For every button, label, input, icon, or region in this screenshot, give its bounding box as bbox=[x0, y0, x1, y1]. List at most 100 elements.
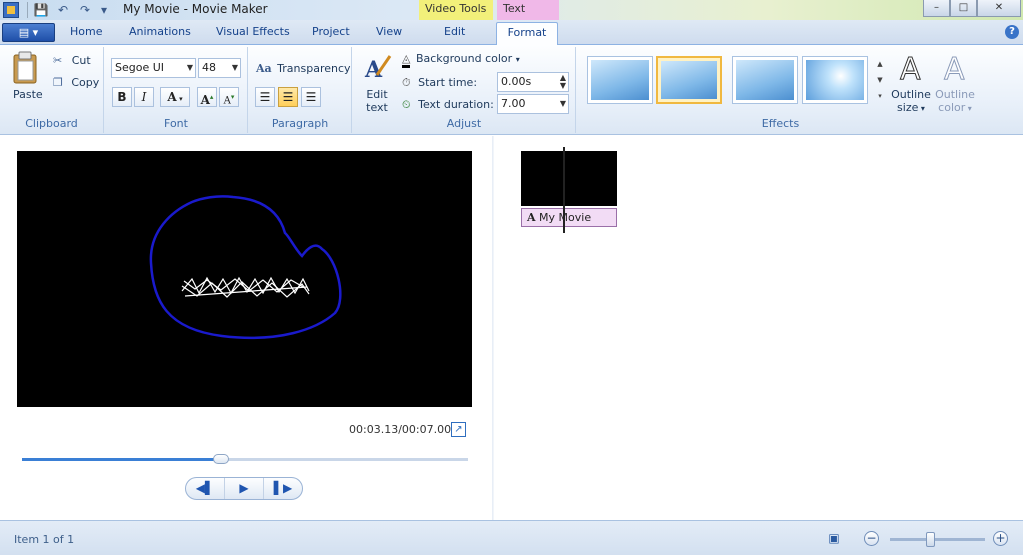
transparency-label: Transparency bbox=[277, 62, 351, 75]
tab-animations[interactable]: Animations bbox=[129, 25, 191, 38]
arrow-up-icon: ▴ bbox=[209, 92, 214, 101]
outline-size-button[interactable]: A bbox=[899, 51, 925, 88]
clipboard-group: Paste ✂ Cut ❐ Copy Clipboard bbox=[0, 47, 104, 133]
cut-button[interactable]: ✂ Cut bbox=[53, 54, 91, 67]
align-left-button[interactable]: ☰ bbox=[255, 87, 275, 107]
scissors-icon: ✂ bbox=[53, 54, 63, 67]
ribbon-panel: Paste ✂ Cut ❐ Copy Clipboard Segoe UI ▼ … bbox=[0, 45, 1023, 135]
zoom-in-button[interactable]: + bbox=[993, 531, 1008, 546]
blue-outline-scribble bbox=[149, 195, 342, 340]
tab-edit[interactable]: Edit bbox=[444, 25, 465, 38]
effect-preview-image bbox=[661, 61, 717, 99]
paste-label[interactable]: Paste bbox=[13, 88, 43, 101]
play-button[interactable]: ▶ bbox=[225, 478, 264, 499]
start-time-value: 0.00s bbox=[501, 75, 532, 88]
minimize-button[interactable]: – bbox=[923, 0, 950, 17]
start-time-label-row: ⏱ Start time: bbox=[402, 76, 477, 90]
pane-splitter[interactable] bbox=[492, 136, 494, 520]
storyboard-caption-item[interactable]: A My Movie bbox=[521, 208, 617, 227]
chevron-down-icon: ▼ bbox=[186, 63, 193, 72]
zoom-slider-thumb[interactable] bbox=[925, 532, 935, 547]
window-controls: – □ ✕ bbox=[923, 0, 1021, 17]
grow-font-button[interactable]: A▴ bbox=[197, 87, 217, 107]
chevron-down-icon: ▾ bbox=[176, 94, 183, 103]
copy-button[interactable]: ❐ Copy bbox=[53, 76, 99, 89]
video-preview[interactable] bbox=[17, 151, 472, 407]
font-size-select[interactable]: 48 ▼ bbox=[198, 58, 241, 78]
chevron-down-icon: ▾ bbox=[965, 104, 972, 113]
tab-view[interactable]: View bbox=[376, 25, 402, 38]
font-group-label: Font bbox=[164, 117, 188, 130]
previous-frame-button[interactable]: ◀▌ bbox=[186, 478, 225, 499]
svg-text:A: A bbox=[900, 52, 921, 83]
zoom-out-button[interactable]: − bbox=[864, 531, 879, 546]
paint-bucket-icon: ◬ bbox=[402, 52, 411, 68]
duration-clock-icon: ⏲ bbox=[402, 98, 411, 111]
chevron-down-icon: ▾ bbox=[515, 55, 520, 64]
effect-thumbnail[interactable] bbox=[656, 56, 722, 104]
next-frame-button[interactable]: ▌▶ bbox=[264, 478, 302, 499]
tab-format[interactable]: Format bbox=[496, 22, 558, 46]
thumbnail-view-icon[interactable]: ▣ bbox=[826, 530, 842, 546]
font-color-button[interactable]: A ▾ bbox=[160, 87, 190, 107]
caption-text-icon: A bbox=[527, 211, 536, 224]
seek-bar[interactable] bbox=[22, 454, 468, 464]
storyboard-playhead[interactable] bbox=[563, 147, 565, 233]
edit-text-label[interactable]: Edit text bbox=[366, 88, 388, 114]
adjust-group-label: Adjust bbox=[446, 117, 482, 130]
maximize-button[interactable]: □ bbox=[950, 0, 977, 17]
edit-text-button[interactable]: A bbox=[363, 53, 393, 84]
video-tools-context-label: Video Tools bbox=[419, 0, 493, 20]
align-center-button[interactable]: ☰ bbox=[278, 87, 298, 107]
redo-icon[interactable]: ↷ bbox=[77, 2, 93, 18]
shrink-font-label: A bbox=[223, 95, 231, 107]
transparency-button[interactable]: Aa Transparency bbox=[256, 62, 351, 75]
bold-button[interactable]: B bbox=[112, 87, 132, 107]
effect-thumbnail[interactable] bbox=[802, 56, 868, 104]
tab-visual-effects[interactable]: Visual Effects bbox=[216, 25, 290, 38]
paragraph-group: Aa Transparency ☰ ☰ ☰ Paragraph bbox=[249, 47, 352, 133]
undo-icon[interactable]: ↶ bbox=[55, 2, 71, 18]
background-color-button[interactable]: ◬ Background color ▾ bbox=[402, 52, 520, 68]
zoom-slider[interactable] bbox=[890, 532, 985, 547]
outline-color-label[interactable]: Outline color ▾ bbox=[933, 88, 977, 115]
preview-pane: 00:03.13/00:07.00 ↗ ◀▌ ▶ ▌▶ bbox=[0, 136, 490, 520]
start-time-label: Start time: bbox=[418, 76, 478, 89]
start-time-spinner[interactable]: 0.00s ▲ ▼ bbox=[497, 72, 569, 92]
help-icon[interactable]: ? bbox=[1005, 25, 1019, 39]
font-family-select[interactable]: Segoe UI ▼ bbox=[111, 58, 196, 78]
app-menu-button[interactable]: ▤ ▾ bbox=[2, 23, 55, 42]
scribbled-caption-text bbox=[181, 276, 310, 298]
tab-project[interactable]: Project bbox=[312, 25, 350, 38]
clipboard-group-label: Clipboard bbox=[25, 117, 78, 130]
effect-thumbnail[interactable] bbox=[587, 56, 653, 104]
adjust-group: A Edit text ◬ Background color ▾ ⏱ Start… bbox=[353, 47, 576, 133]
effects-gallery-scroll[interactable]: ▲ ▼ ▾ bbox=[874, 56, 886, 106]
shrink-font-button[interactable]: A▾ bbox=[219, 87, 239, 107]
cut-label: Cut bbox=[71, 54, 91, 67]
customize-quick-access-icon[interactable]: ▾ bbox=[96, 2, 112, 18]
outline-color-button[interactable]: A bbox=[943, 51, 969, 88]
svg-text:A: A bbox=[944, 52, 965, 83]
storyboard-clip[interactable] bbox=[521, 151, 617, 206]
seek-bar-progress bbox=[22, 458, 222, 461]
align-center-icon: ☰ bbox=[282, 90, 294, 104]
tab-home[interactable]: Home bbox=[70, 25, 102, 38]
fullscreen-expand-icon[interactable]: ↗ bbox=[451, 422, 466, 437]
main-area: 00:03.13/00:07.00 ↗ ◀▌ ▶ ▌▶ A My Movie bbox=[0, 136, 1023, 520]
seek-bar-thumb[interactable] bbox=[213, 454, 230, 464]
effect-thumbnail[interactable] bbox=[732, 56, 798, 104]
spinner-arrows-icon[interactable]: ▲ ▼ bbox=[560, 74, 566, 90]
outline-size-label[interactable]: Outline size ▾ bbox=[891, 88, 931, 115]
playback-controls: ◀▌ ▶ ▌▶ bbox=[185, 477, 303, 500]
paste-button[interactable] bbox=[12, 51, 40, 88]
italic-button[interactable]: I bbox=[134, 87, 154, 107]
arrow-down-icon: ▾ bbox=[230, 93, 235, 101]
chevron-down-icon: ▼ bbox=[231, 63, 238, 72]
align-right-button[interactable]: ☰ bbox=[301, 87, 321, 107]
effects-group: ▲ ▼ ▾ A Outline size ▾ A Outline color ▾ E… bbox=[577, 47, 984, 133]
text-duration-select[interactable]: 7.00 ▼ bbox=[497, 94, 569, 114]
close-button[interactable]: ✕ bbox=[977, 0, 1021, 17]
save-icon[interactable]: 💾 bbox=[33, 2, 49, 18]
movie-maker-app-icon[interactable] bbox=[3, 2, 19, 18]
